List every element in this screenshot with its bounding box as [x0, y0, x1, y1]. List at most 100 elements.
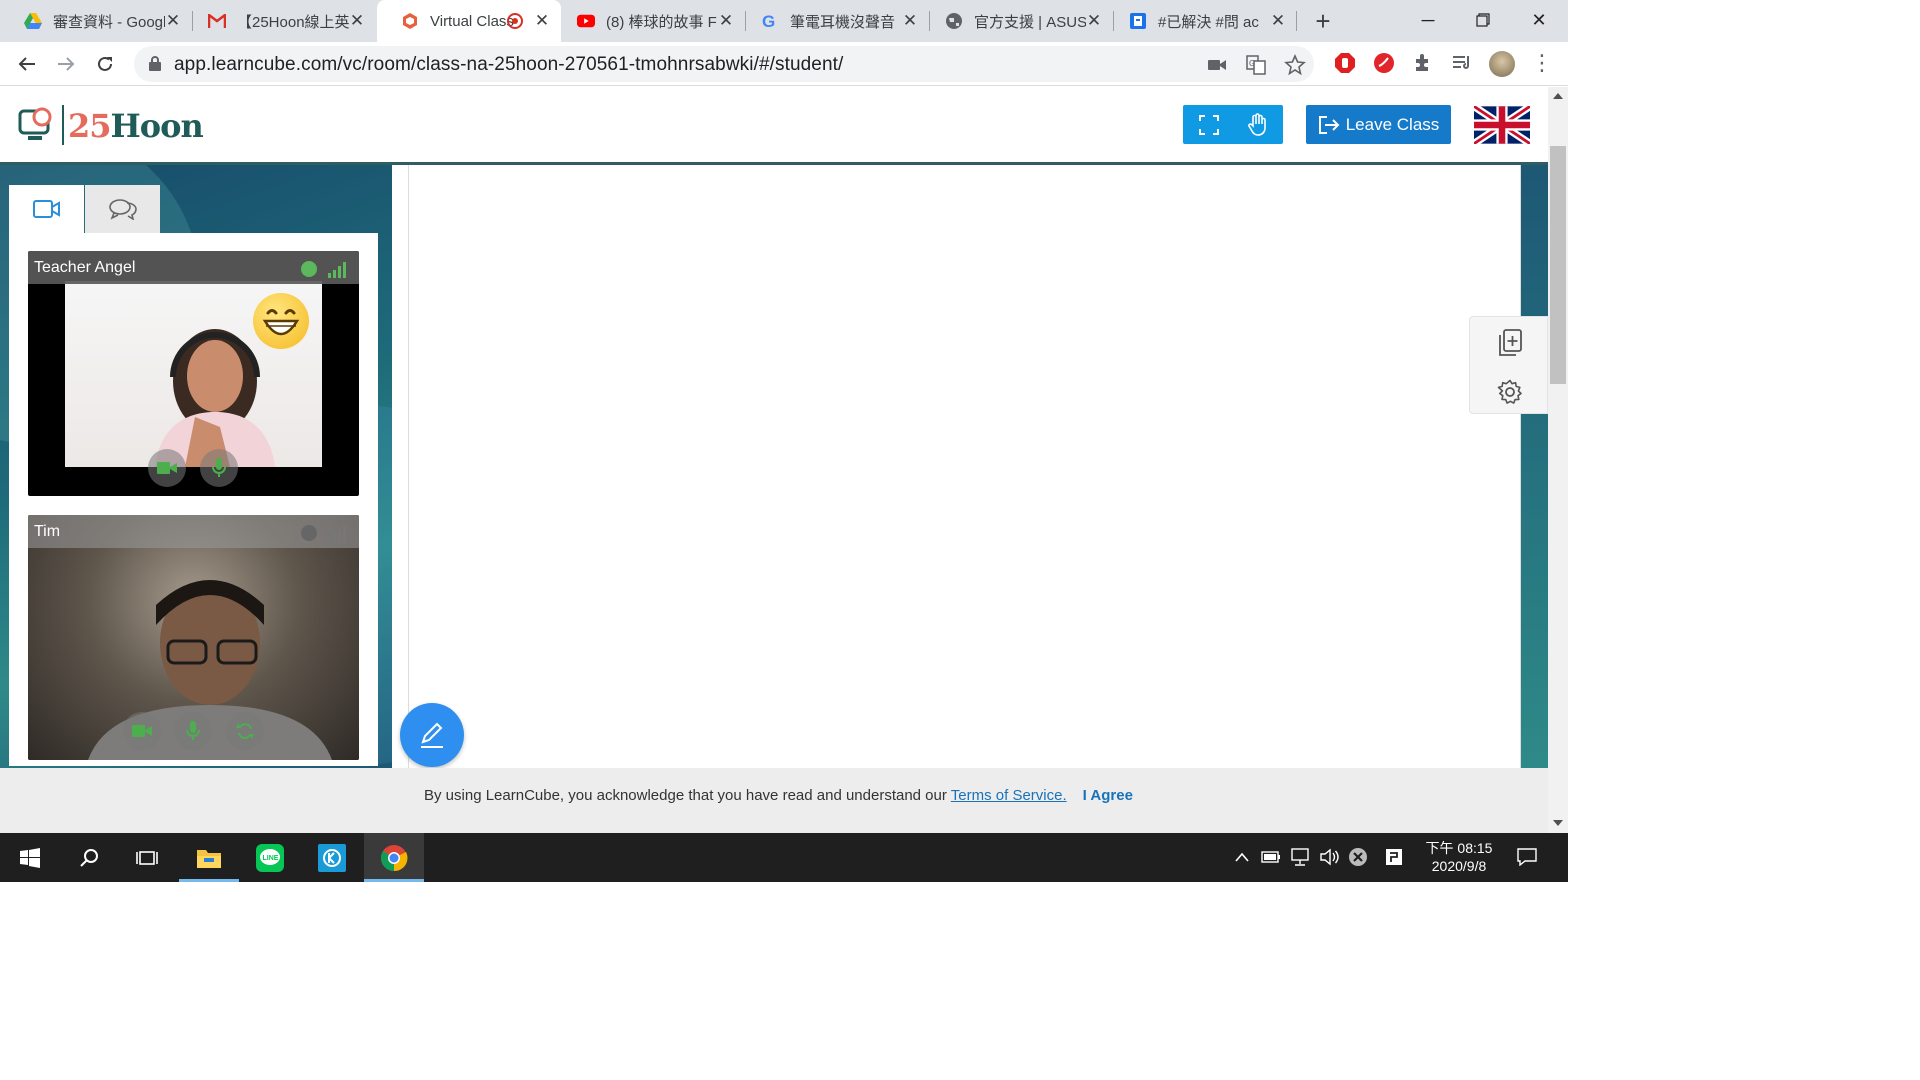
video-camera-icon — [132, 725, 152, 737]
camera-toggle-button[interactable] — [123, 712, 161, 750]
tab-youtube[interactable]: (8) 棒球的故事 F ✕ — [553, 0, 745, 42]
fullscreen-icon[interactable] — [1199, 115, 1219, 135]
draw-tool-button[interactable] — [400, 703, 464, 767]
close-icon[interactable]: ✕ — [901, 12, 919, 30]
signal-strength-icon — [328, 526, 346, 542]
input-method-icon[interactable] — [1383, 846, 1405, 868]
tab-forum[interactable]: #已解決 #問 ac ✕ — [1105, 0, 1297, 42]
media-queue-icon[interactable] — [1451, 52, 1473, 74]
gmail-icon — [208, 12, 226, 30]
close-icon[interactable]: ✕ — [348, 12, 366, 30]
kk-app-icon — [318, 843, 346, 872]
youtube-icon — [577, 12, 595, 30]
system-clock[interactable]: 下午 08:15 2020/9/8 — [1412, 839, 1506, 875]
signal-strength-icon — [328, 262, 346, 278]
search-button[interactable] — [59, 833, 119, 882]
address-bar[interactable]: app.learncube.com/vc/room/class-na-25hoo… — [134, 46, 1314, 82]
minimize-button[interactable]: ─ — [1408, 6, 1448, 34]
app-header: 25Hoon Leave Class — [0, 87, 1548, 165]
lock-icon — [149, 56, 161, 71]
star-icon[interactable] — [1284, 54, 1306, 76]
start-button[interactable] — [0, 833, 60, 882]
windows-logo-icon — [20, 847, 40, 868]
network-icon[interactable] — [1289, 846, 1311, 868]
restore-button[interactable] — [1463, 6, 1503, 34]
battery-icon[interactable] — [1260, 846, 1282, 868]
agree-button[interactable]: I Agree — [1083, 787, 1133, 804]
tab-asus-support[interactable]: 官方支援 | ASUS ✕ — [921, 0, 1113, 42]
svg-text:LINE: LINE — [263, 855, 279, 862]
side-toolbar — [1469, 316, 1548, 414]
reload-button[interactable] — [91, 50, 119, 78]
logo-monitor-icon — [18, 107, 52, 140]
tab-virtual-class[interactable]: Virtual Class ✕ — [377, 0, 561, 42]
raise-hand-icon[interactable] — [1247, 113, 1269, 137]
svg-text:G: G — [762, 12, 775, 30]
switch-camera-button[interactable] — [226, 712, 264, 750]
leave-class-button[interactable]: Leave Class — [1306, 105, 1451, 144]
cookie-notice: By using LearnCube, you acknowledge that… — [0, 768, 1548, 833]
close-icon[interactable]: ✕ — [1085, 12, 1103, 30]
refresh-icon — [236, 723, 254, 739]
microphone-toggle-button[interactable] — [174, 712, 212, 750]
pencil-icon — [421, 722, 443, 748]
video-camera-icon — [32, 200, 60, 218]
notification-icon[interactable] — [1516, 846, 1538, 868]
logo-wordmark: 25Hoon — [68, 107, 204, 145]
microphone-toggle-button[interactable] — [200, 449, 238, 487]
browser-tab-strip: 審查資料 - Google ✕ 【25Hoon線上英 ✕ Virtual Cla… — [0, 0, 1568, 42]
task-view-button[interactable] — [117, 833, 177, 882]
microphone-icon — [212, 458, 226, 477]
back-button[interactable] — [13, 50, 41, 78]
document-icon — [1129, 12, 1147, 30]
extension-red-icon[interactable] — [1373, 52, 1395, 74]
adblock-icon[interactable] — [1334, 52, 1356, 74]
google-icon: G — [761, 12, 779, 30]
mic-muted-icon[interactable] — [1347, 846, 1369, 868]
extensions-puzzle-icon[interactable] — [1412, 52, 1434, 74]
profile-avatar[interactable] — [1489, 51, 1515, 77]
camera-toggle-button[interactable] — [148, 449, 186, 487]
close-icon[interactable]: ✕ — [1269, 12, 1287, 30]
close-icon[interactable]: ✕ — [717, 12, 735, 30]
right-background-strip — [1521, 165, 1548, 768]
browser-toolbar: app.learncube.com/vc/room/class-na-25hoo… — [0, 42, 1568, 86]
grin-emoji-icon — [253, 293, 309, 349]
microphone-icon — [186, 721, 200, 740]
camera-icon[interactable] — [1206, 54, 1228, 76]
scrollbar-thumb[interactable] — [1550, 146, 1566, 384]
chevron-up-icon[interactable] — [1231, 846, 1253, 868]
kk-app-button[interactable] — [302, 833, 362, 882]
volume-icon[interactable] — [1318, 846, 1340, 868]
window-close-button[interactable]: ✕ — [1519, 6, 1559, 34]
tab-google-search[interactable]: G 筆電耳機沒聲音 ✕ — [737, 0, 929, 42]
terms-of-service-link[interactable]: Terms of Service. — [951, 787, 1067, 804]
google-drive-icon — [24, 12, 42, 30]
recording-icon — [507, 13, 523, 29]
tab-video[interactable] — [9, 185, 84, 233]
globe-icon — [945, 12, 963, 30]
uk-flag-icon[interactable] — [1474, 106, 1530, 144]
line-app-icon: LINE — [256, 843, 284, 872]
windows-taskbar: LINE 下午 08:15 2020/9/8 — [0, 833, 1568, 882]
task-view-icon — [136, 850, 158, 865]
whiteboard-canvas[interactable] — [408, 165, 1521, 768]
video-tile-teacher: Teacher Angel — [28, 251, 359, 496]
add-page-icon[interactable] — [1497, 329, 1523, 357]
forward-button[interactable] — [52, 50, 80, 78]
toolbar-buttons — [1183, 105, 1283, 144]
new-tab-button[interactable]: + — [1309, 7, 1337, 35]
file-explorer-button[interactable] — [179, 833, 239, 882]
close-icon[interactable]: ✕ — [164, 12, 182, 30]
tab-gmail[interactable]: 【25Hoon線上英 ✕ — [184, 0, 376, 42]
menu-kebab-icon[interactable]: ⋮ — [1531, 50, 1553, 76]
translate-icon[interactable]: G — [1245, 54, 1267, 76]
chrome-button[interactable] — [364, 833, 424, 882]
chat-bubbles-icon — [108, 199, 137, 220]
line-app-button[interactable]: LINE — [240, 833, 300, 882]
gear-icon[interactable] — [1497, 379, 1523, 405]
search-icon — [80, 848, 98, 867]
tab-chat[interactable] — [85, 185, 160, 233]
close-icon[interactable]: ✕ — [533, 12, 551, 30]
tab-google-drive[interactable]: 審查資料 - Google ✕ — [0, 0, 192, 42]
